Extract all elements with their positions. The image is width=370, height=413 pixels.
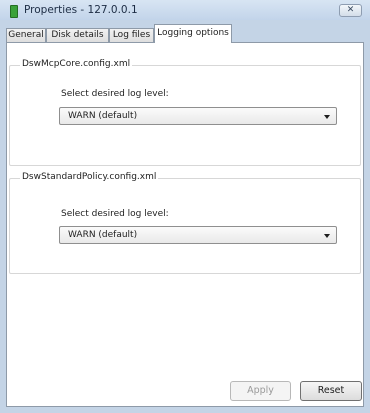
tab-bar: General Disk details Log files Logging o… <box>6 24 364 43</box>
window-title: Properties - 127.0.0.1 <box>24 4 138 16</box>
chevron-down-icon <box>324 115 330 119</box>
log-level-label: Select desired log level: <box>61 209 169 219</box>
select-value: WARN (default) <box>68 111 138 121</box>
tab-content-panel: DswMcpCore.config.xml Select desired log… <box>6 42 364 407</box>
standardpolicy-config-group: DswStandardPolicy.config.xml Select desi… <box>9 172 361 274</box>
select-value: WARN (default) <box>68 230 138 240</box>
app-icon <box>10 5 18 18</box>
mcpcore-config-group: DswMcpCore.config.xml Select desired log… <box>9 59 361 166</box>
standardpolicy-log-level-select[interactable]: WARN (default) <box>59 226 337 244</box>
group-title: DswMcpCore.config.xml <box>20 59 133 69</box>
tab-log-files[interactable]: Log files <box>109 28 154 42</box>
apply-button[interactable]: Apply <box>230 381 291 401</box>
group-title: DswStandardPolicy.config.xml <box>20 172 159 182</box>
tab-disk-details[interactable]: Disk details <box>46 28 109 42</box>
tab-logging-options[interactable]: Logging options <box>154 24 232 43</box>
reset-button[interactable]: Reset <box>300 381 362 401</box>
mcpcore-log-level-select[interactable]: WARN (default) <box>59 107 337 125</box>
close-button[interactable]: ✕ <box>339 4 362 17</box>
close-icon: ✕ <box>346 5 355 15</box>
properties-window: Properties - 127.0.0.1 ✕ General Disk de… <box>0 0 370 413</box>
tab-general[interactable]: General <box>6 28 46 42</box>
chevron-down-icon <box>324 234 330 238</box>
log-level-label: Select desired log level: <box>61 89 169 99</box>
title-bar: Properties - 127.0.0.1 ✕ <box>0 0 370 20</box>
